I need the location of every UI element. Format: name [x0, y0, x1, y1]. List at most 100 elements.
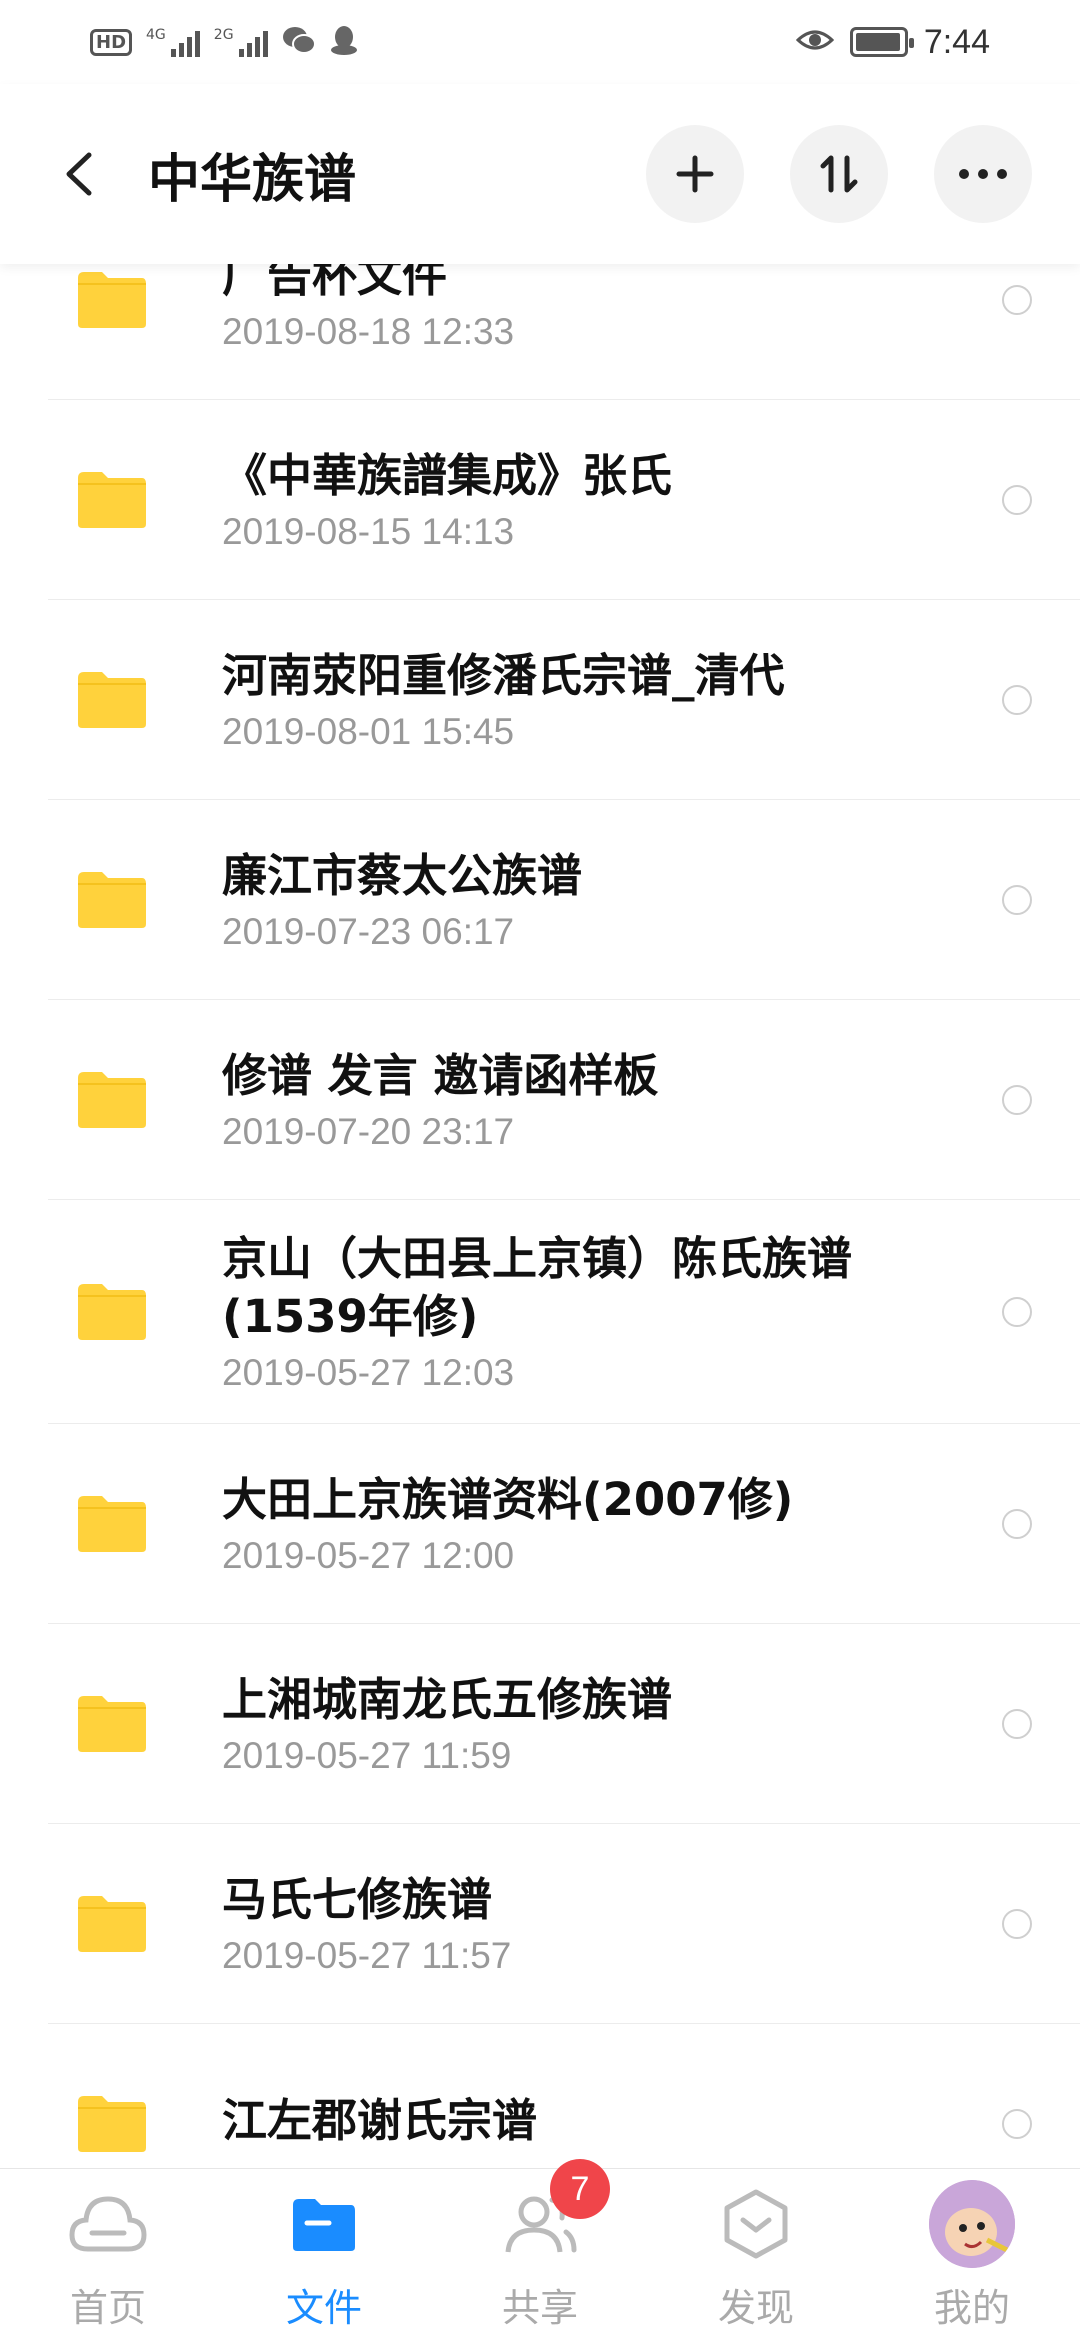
file-name: 马氏七修族谱	[222, 1873, 493, 1926]
network-type-2: 2G	[213, 27, 234, 43]
file-date: 2019-07-20 23:17	[222, 1111, 515, 1152]
file-name: 上湘城南龙氏五修族谱	[222, 1673, 673, 1726]
folder-icon	[76, 1494, 148, 1554]
file-meta: 修谱 发言 邀请函样板 2019-07-20 23:17	[222, 1047, 1080, 1153]
hexagon-icon	[713, 2181, 799, 2267]
select-radio[interactable]	[1002, 1085, 1032, 1115]
select-radio[interactable]	[1002, 1509, 1032, 1539]
file-date: 2019-05-27 12:03	[222, 1352, 515, 1393]
file-date: 2019-08-18 12:33	[222, 311, 515, 352]
file-row[interactable]: 廉江市蔡太公族谱 2019-07-23 06:17	[0, 800, 1080, 1000]
folder-icon	[76, 1694, 148, 1754]
tab-share-label: 共享	[501, 2286, 578, 2330]
file-list[interactable]: 广告杯文件 2019-08-18 12:33 《中華族譜集成》张氏 2019-08-1…	[0, 264, 1080, 2168]
file-meta: 京山（大田县上京镇）陈氏族谱(1539年修) 2019-05-27 12:03	[222, 1230, 1080, 1394]
file-name: 河南荥阳重修潘氏宗谱_清代	[222, 649, 785, 702]
folder-icon	[281, 2181, 367, 2267]
file-date: 2019-05-27 11:59	[222, 1735, 512, 1776]
file-row[interactable]: 京山（大田县上京镇）陈氏族谱(1539年修) 2019-05-27 12:03	[0, 1200, 1080, 1424]
signal-icon: 4G	[146, 27, 200, 57]
folder-icon	[76, 1282, 148, 1342]
bottom-nav: 首页 文件 7 共享 发现 我的	[0, 2159, 1080, 2340]
select-radio[interactable]	[1002, 885, 1032, 915]
select-radio[interactable]	[1002, 2109, 1032, 2139]
share-badge: 7	[550, 2159, 610, 2219]
sort-icon	[820, 155, 858, 193]
file-meta: 上湘城南龙氏五修族谱 2019-05-27 11:59	[222, 1671, 1080, 1777]
tab-discover-label: 发现	[717, 2286, 794, 2330]
tab-share[interactable]: 7 共享	[432, 2159, 648, 2332]
file-name: 廉江市蔡太公族谱	[222, 849, 583, 902]
file-row[interactable]: 《中華族譜集成》张氏 2019-08-15 14:13	[0, 400, 1080, 600]
file-name: 《中華族譜集成》张氏	[222, 449, 673, 502]
file-row[interactable]: 江左郡谢氏宗谱	[0, 2024, 1080, 2168]
app-header: 中华族谱	[0, 84, 1080, 264]
select-radio[interactable]	[1002, 1297, 1032, 1327]
file-row[interactable]: 马氏七修族谱 2019-05-27 11:57	[0, 1824, 1080, 2024]
file-row[interactable]: 河南荥阳重修潘氏宗谱_清代 2019-08-01 15:45	[0, 600, 1080, 800]
status-bar: HD 4G 2G 7:44	[0, 0, 1080, 84]
tab-files-label: 文件	[285, 2286, 362, 2330]
tab-files[interactable]: 文件	[216, 2181, 432, 2332]
back-button[interactable]	[48, 144, 108, 204]
tab-mine[interactable]: 我的	[864, 2180, 1080, 2332]
file-date: 2019-07-23 06:17	[222, 911, 515, 952]
file-name: 大田上京族谱资料(2007修)	[222, 1473, 794, 1526]
file-date: 2019-08-01 15:45	[222, 711, 515, 752]
folder-icon	[76, 2094, 148, 2154]
eye-icon	[795, 27, 835, 57]
select-radio[interactable]	[1002, 1909, 1032, 1939]
qq-icon	[330, 24, 358, 60]
page-title: 中华族谱	[148, 149, 357, 210]
file-row[interactable]: 广告杯文件 2019-08-18 12:33	[0, 264, 1080, 400]
file-row[interactable]: 上湘城南龙氏五修族谱 2019-05-27 11:59	[0, 1624, 1080, 1824]
select-radio[interactable]	[1002, 485, 1032, 515]
file-date: 2019-05-27 11:57	[222, 1935, 512, 1976]
signal-icon-2: 2G	[214, 27, 268, 57]
hd-icon: HD	[90, 28, 133, 56]
select-radio[interactable]	[1002, 285, 1032, 315]
avatar	[929, 2180, 1015, 2268]
sort-button[interactable]	[790, 125, 888, 223]
select-radio[interactable]	[1002, 1709, 1032, 1739]
file-date: 2019-08-15 14:13	[222, 511, 515, 552]
more-dots-icon	[959, 169, 1007, 179]
file-name: 广告杯文件	[222, 264, 448, 302]
select-radio[interactable]	[1002, 685, 1032, 715]
tab-home[interactable]: 首页	[0, 2181, 216, 2332]
back-arrow-icon	[66, 152, 92, 196]
avatar-wrap	[929, 2180, 1015, 2268]
file-name: 江左郡谢氏宗谱	[222, 2094, 538, 2147]
tab-home-label: 首页	[69, 2286, 146, 2330]
status-right: 7:44	[795, 22, 990, 62]
network-type-1: 4G	[146, 27, 166, 43]
plus-icon	[676, 155, 714, 193]
tab-mine-label: 我的	[933, 2286, 1010, 2330]
file-row[interactable]: 大田上京族谱资料(2007修) 2019-05-27 12:00	[0, 1424, 1080, 1624]
add-button[interactable]	[646, 125, 744, 223]
folder-icon	[76, 1894, 148, 1954]
file-row[interactable]: 修谱 发言 邀请函样板 2019-07-20 23:17	[0, 1000, 1080, 1200]
folder-icon	[76, 1070, 148, 1130]
file-meta: 廉江市蔡太公族谱 2019-07-23 06:17	[222, 847, 1080, 953]
cloud-icon	[65, 2181, 151, 2267]
file-meta: 广告杯文件 2019-08-18 12:33	[222, 264, 1080, 353]
tab-discover[interactable]: 发现	[648, 2181, 864, 2332]
folder-icon	[76, 470, 148, 530]
more-button[interactable]	[934, 125, 1032, 223]
folder-icon	[76, 870, 148, 930]
status-time: 7:44	[923, 22, 990, 61]
file-meta: 马氏七修族谱 2019-05-27 11:57	[222, 1871, 1080, 1977]
folder-icon	[76, 670, 148, 730]
file-list-inner: 广告杯文件 2019-08-18 12:33 《中華族譜集成》张氏 2019-08-1…	[0, 264, 1080, 2168]
file-name: 修谱 发言 邀请函样板	[222, 1049, 659, 1102]
folder-icon	[76, 270, 148, 330]
file-meta: 江左郡谢氏宗谱	[222, 2092, 1080, 2156]
file-name: 京山（大田县上京镇）陈氏族谱(1539年修)	[222, 1232, 853, 1343]
status-left: HD 4G 2G	[90, 24, 358, 60]
file-meta: 《中華族譜集成》张氏 2019-08-15 14:13	[222, 447, 1080, 553]
file-meta: 河南荥阳重修潘氏宗谱_清代 2019-08-01 15:45	[222, 647, 1080, 753]
file-meta: 大田上京族谱资料(2007修) 2019-05-27 12:00	[222, 1471, 1080, 1577]
wechat-icon	[282, 25, 316, 59]
battery-icon	[849, 27, 914, 57]
